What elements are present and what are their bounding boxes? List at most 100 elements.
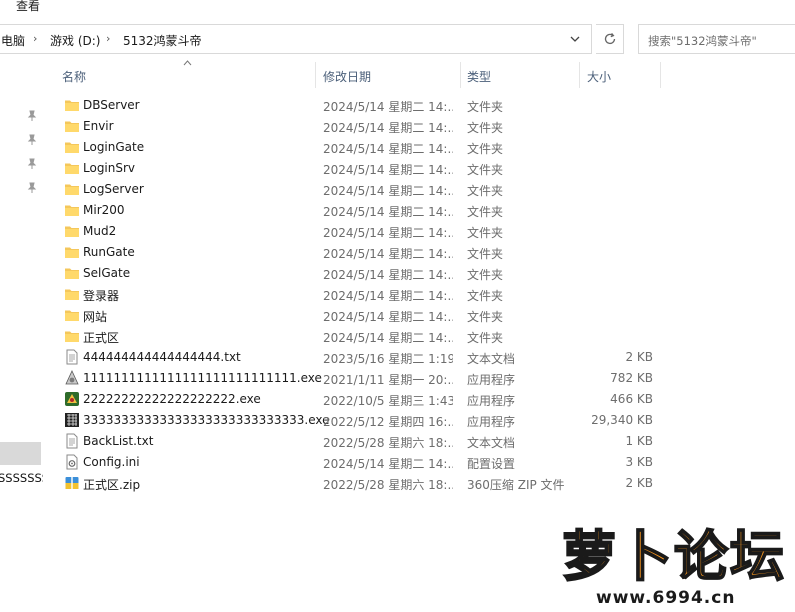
file-size: 3 KB bbox=[625, 455, 653, 469]
file-modified-date: 2024/5/14 星期二 14:... bbox=[323, 457, 453, 471]
address-bar[interactable]: 电脑 › 游戏 (D:) › 5132鸿蒙斗帝 bbox=[0, 24, 592, 54]
file-modified-date: 2024/5/14 星期二 14:... bbox=[323, 247, 453, 261]
file-type: 文件夹 bbox=[467, 142, 504, 156]
file-row[interactable]: Mir200 2024/5/14 星期二 14:... 文件夹 bbox=[45, 200, 665, 221]
file-modified-date: 2023/5/16 星期二 1:19 bbox=[323, 352, 453, 366]
file-size: 29,340 KB bbox=[591, 413, 653, 427]
file-row[interactable]: Mud2 2024/5/14 星期二 14:... 文件夹 bbox=[45, 221, 665, 242]
file-type: 文件夹 bbox=[467, 268, 504, 282]
folder-icon bbox=[64, 307, 80, 323]
column-divider[interactable] bbox=[579, 62, 580, 88]
breadcrumb-separator-icon[interactable]: › bbox=[106, 32, 110, 45]
column-divider[interactable] bbox=[315, 62, 316, 88]
menu-view[interactable]: 查看 bbox=[16, 0, 40, 14]
file-row[interactable]: 22222222222222222222.exe 2022/10/5 星期三 1:… bbox=[45, 389, 665, 410]
menu-bar: 查看 bbox=[0, 0, 795, 18]
search-input[interactable]: 搜索"5132鸿蒙斗帝" bbox=[638, 24, 795, 54]
file-name: 22222222222222222222.exe bbox=[83, 392, 261, 406]
pin-icon[interactable] bbox=[27, 134, 37, 146]
app-game-icon bbox=[64, 391, 80, 407]
pin-icon[interactable] bbox=[27, 158, 37, 170]
app-gear-icon bbox=[64, 370, 80, 386]
file-row[interactable]: 正式区 2024/5/14 星期二 14:... 文件夹 bbox=[45, 326, 665, 347]
config-file-icon bbox=[64, 454, 80, 470]
folder-icon bbox=[64, 139, 80, 155]
file-type: 文本文档 bbox=[467, 352, 516, 366]
folder-icon bbox=[64, 118, 80, 134]
column-header-date[interactable]: 修改日期 bbox=[323, 68, 371, 85]
file-modified-date: 2024/5/14 星期二 14:... bbox=[323, 205, 453, 219]
file-row[interactable]: BackList.txt 2022/5/28 星期六 18:... 文本文档 1 KB bbox=[45, 431, 665, 452]
file-type: 文件夹 bbox=[467, 247, 504, 261]
file-row[interactable]: 1111111111111111111111111111.exe 2021/1/1… bbox=[45, 368, 665, 389]
nav-item-selected[interactable] bbox=[0, 442, 41, 465]
file-type: 文件夹 bbox=[467, 205, 504, 219]
text-file-icon bbox=[64, 349, 80, 365]
file-modified-date: 2024/5/14 星期二 14:... bbox=[323, 289, 453, 303]
file-modified-date: 2024/5/14 星期二 14:... bbox=[323, 184, 453, 198]
breadcrumb-separator-icon[interactable]: › bbox=[33, 32, 37, 45]
file-type: 配置设置 bbox=[467, 457, 516, 471]
file-name: 444444444444444444.txt bbox=[83, 350, 241, 364]
folder-icon bbox=[64, 160, 80, 176]
file-row[interactable]: 登录器 2024/5/14 星期二 14:... 文件夹 bbox=[45, 284, 665, 305]
nav-item-truncated[interactable]: SSSSSSS bbox=[0, 471, 43, 485]
file-row[interactable]: LoginGate 2024/5/14 星期二 14:... 文件夹 bbox=[45, 137, 665, 158]
file-size: 466 KB bbox=[610, 392, 653, 406]
watermark-logo-text: 萝卜论坛 bbox=[561, 524, 786, 589]
forum-watermark: 萝卜论坛 www.6994.cn bbox=[540, 508, 790, 610]
file-type: 文件夹 bbox=[467, 163, 504, 177]
file-modified-date: 2024/5/14 星期二 14:... bbox=[323, 163, 453, 177]
breadcrumb-this-pc[interactable]: 电脑 bbox=[1, 32, 25, 49]
file-type: 应用程序 bbox=[467, 394, 516, 408]
chevron-down-icon[interactable] bbox=[567, 31, 583, 47]
pin-icon[interactable] bbox=[27, 182, 37, 194]
column-header-name[interactable]: 名称 bbox=[62, 68, 86, 85]
file-type: 文件夹 bbox=[467, 184, 504, 198]
file-modified-date: 2024/5/14 星期二 14:... bbox=[323, 331, 453, 345]
file-modified-date: 2022/5/12 星期四 16:... bbox=[323, 415, 453, 429]
column-header-type[interactable]: 类型 bbox=[467, 68, 491, 85]
breadcrumb-drive-d[interactable]: 游戏 (D:) bbox=[50, 32, 100, 49]
file-row[interactable]: Envir 2024/5/14 星期二 14:... 文件夹 bbox=[45, 116, 665, 137]
folder-icon bbox=[64, 328, 80, 344]
file-row[interactable]: 正式区.zip 2022/5/28 星期六 18:... 360压缩 ZIP 文件 2… bbox=[45, 473, 665, 494]
file-type: 360压缩 ZIP 文件 bbox=[467, 478, 565, 492]
file-name: SelGate bbox=[83, 266, 131, 280]
breadcrumb-current-folder[interactable]: 5132鸿蒙斗帝 bbox=[123, 32, 202, 49]
file-name: 正式区 bbox=[83, 331, 120, 345]
app-grid-icon bbox=[64, 412, 80, 428]
file-type: 文件夹 bbox=[467, 226, 504, 240]
navigation-pane: SSSSSSS bbox=[0, 60, 45, 612]
file-row[interactable]: LogServer 2024/5/14 星期二 14:... 文件夹 bbox=[45, 179, 665, 200]
file-row[interactable]: LoginSrv 2024/5/14 星期二 14:... 文件夹 bbox=[45, 158, 665, 179]
file-name: LogServer bbox=[83, 182, 144, 196]
file-size: 2 KB bbox=[625, 350, 653, 364]
column-header-size[interactable]: 大小 bbox=[587, 68, 611, 85]
file-type: 文件夹 bbox=[467, 121, 504, 135]
file-name: 1111111111111111111111111111.exe bbox=[83, 371, 322, 385]
pin-icon[interactable] bbox=[27, 110, 37, 122]
file-modified-date: 2022/5/28 星期六 18:... bbox=[323, 436, 453, 450]
file-row[interactable]: Config.ini 2024/5/14 星期二 14:... 配置设置 3 KB bbox=[45, 452, 665, 473]
file-type: 应用程序 bbox=[467, 373, 516, 387]
column-divider[interactable] bbox=[660, 62, 661, 88]
file-name: 33333333333333333333333333333.exe bbox=[83, 413, 330, 427]
file-row[interactable]: 444444444444444444.txt 2023/5/16 星期二 1:19… bbox=[45, 347, 665, 368]
folder-icon bbox=[64, 223, 80, 239]
file-row[interactable]: 网站 2024/5/14 星期二 14:... 文件夹 bbox=[45, 305, 665, 326]
file-modified-date: 2024/5/14 星期二 14:... bbox=[323, 310, 453, 324]
file-modified-date: 2024/5/14 星期二 14:... bbox=[323, 142, 453, 156]
file-name: RunGate bbox=[83, 245, 135, 259]
file-type: 文件夹 bbox=[467, 100, 504, 114]
column-divider[interactable] bbox=[460, 62, 461, 88]
watermark-url: www.6994.cn bbox=[596, 588, 736, 608]
file-row[interactable]: RunGate 2024/5/14 星期二 14:... 文件夹 bbox=[45, 242, 665, 263]
refresh-button[interactable] bbox=[596, 24, 624, 54]
file-row[interactable]: DBServer 2024/5/14 星期二 14:... 文件夹 bbox=[45, 95, 665, 116]
address-row: 电脑 › 游戏 (D:) › 5132鸿蒙斗帝 搜索"5132鸿蒙斗帝" bbox=[0, 24, 795, 56]
file-row[interactable]: 33333333333333333333333333333.exe 2022/5/… bbox=[45, 410, 665, 431]
zip-file-icon bbox=[64, 475, 80, 491]
file-row[interactable]: SelGate 2024/5/14 星期二 14:... 文件夹 bbox=[45, 263, 665, 284]
file-size: 1 KB bbox=[625, 434, 653, 448]
